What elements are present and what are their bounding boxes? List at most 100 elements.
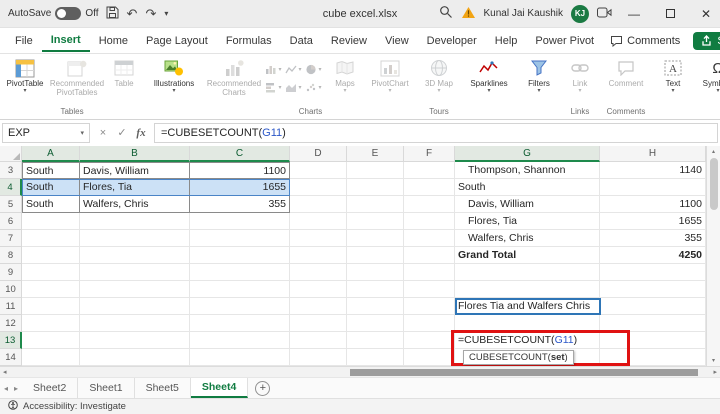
cell-B5[interactable]: Walfers, Chris (80, 196, 190, 213)
row-header-4[interactable]: 4 (0, 179, 22, 196)
line-chart-button[interactable]: ▾ (284, 61, 303, 78)
cell[interactable] (600, 264, 706, 281)
col-header-A[interactable]: A (22, 146, 80, 162)
col-header-B[interactable]: B (80, 146, 190, 162)
cell[interactable] (347, 230, 404, 247)
row-header-6[interactable]: 6 (0, 213, 22, 230)
cell[interactable] (22, 264, 80, 281)
vertical-scroll-thumb[interactable] (710, 158, 718, 210)
sheet-tab-sheet2[interactable]: Sheet2 (22, 378, 78, 398)
cell[interactable] (347, 315, 404, 332)
col-header-E[interactable]: E (347, 146, 404, 162)
link-button[interactable]: Link ▾ (563, 56, 597, 94)
maximize-button[interactable] (656, 0, 684, 28)
cell-C4[interactable]: 1655 (190, 179, 290, 196)
cell[interactable] (404, 315, 455, 332)
redo-icon[interactable]: ↷ (145, 7, 156, 20)
cell[interactable] (290, 213, 347, 230)
cell[interactable] (404, 264, 455, 281)
sheet-tab-sheet5[interactable]: Sheet5 (135, 378, 191, 398)
cell[interactable] (404, 281, 455, 298)
cell[interactable] (404, 349, 455, 366)
cell[interactable] (455, 315, 600, 332)
tab-page-layout[interactable]: Page Layout (137, 30, 217, 51)
cell[interactable] (404, 247, 455, 264)
cell[interactable] (190, 230, 290, 247)
row-header-7[interactable]: 7 (0, 230, 22, 247)
prev-sheet-icon[interactable]: ◂ (4, 384, 8, 393)
row-header-10[interactable]: 10 (0, 281, 22, 298)
cell[interactable] (190, 332, 290, 349)
bar-chart-button[interactable]: ▾ (264, 79, 283, 96)
area-chart-button[interactable]: ▾ (284, 79, 303, 96)
cell[interactable] (290, 264, 347, 281)
tab-file[interactable]: File (6, 30, 42, 51)
comment-button[interactable]: Comment (601, 56, 651, 88)
column-chart-button[interactable]: ▾ (264, 61, 283, 78)
sheet-tab-sheet4[interactable]: Sheet4 (191, 378, 248, 398)
tab-formulas[interactable]: Formulas (217, 30, 281, 51)
cell-G5[interactable]: Davis, William (455, 196, 600, 213)
col-header-C[interactable]: C (190, 146, 290, 162)
cell[interactable] (347, 179, 404, 196)
cell[interactable] (347, 196, 404, 213)
recommended-charts-button[interactable]: Recommended Charts (206, 56, 262, 97)
row-header-8[interactable]: 8 (0, 247, 22, 264)
row-header-9[interactable]: 9 (0, 264, 22, 281)
cell[interactable] (600, 179, 706, 196)
pivotchart-button[interactable]: PivotChart ▾ (365, 56, 415, 94)
cell[interactable] (404, 196, 455, 213)
warning-icon[interactable] (461, 6, 476, 22)
cell[interactable] (80, 230, 190, 247)
row-header-11[interactable]: 11 (0, 298, 22, 315)
cell[interactable] (80, 247, 190, 264)
horizontal-scroll-thumb[interactable] (350, 369, 698, 376)
cell[interactable] (347, 213, 404, 230)
cell[interactable] (22, 247, 80, 264)
cell-A5[interactable]: South (22, 196, 80, 213)
cell[interactable] (290, 179, 347, 196)
cell[interactable] (600, 349, 706, 366)
insert-function-icon[interactable]: fx (132, 123, 150, 143)
cell[interactable] (290, 332, 347, 349)
undo-icon[interactable]: ↶ (127, 7, 138, 20)
cell-G6[interactable]: Flores, Tia (455, 213, 600, 230)
cell[interactable] (190, 349, 290, 366)
camera-icon[interactable] (597, 7, 612, 21)
horizontal-scrollbar[interactable]: ◂ ▸ (0, 366, 720, 377)
cell-H5[interactable]: 1100 (600, 196, 706, 213)
cell[interactable] (290, 247, 347, 264)
cell[interactable] (600, 315, 706, 332)
cell-G11[interactable]: Flores Tia and Walfers Chris (455, 298, 600, 315)
cell[interactable] (404, 213, 455, 230)
cell[interactable] (80, 332, 190, 349)
share-button[interactable]: Share ▾ (693, 32, 720, 50)
cell-C5[interactable]: 355 (190, 196, 290, 213)
cell[interactable] (290, 162, 347, 179)
cell-H3[interactable]: 1140 (600, 162, 706, 179)
save-icon[interactable] (106, 6, 119, 22)
cell[interactable] (190, 247, 290, 264)
tab-insert[interactable]: Insert (42, 29, 90, 52)
cell[interactable] (290, 298, 347, 315)
cell-A3[interactable]: South (22, 162, 80, 179)
cell[interactable] (347, 162, 404, 179)
add-sheet-button[interactable]: + (255, 381, 270, 396)
cell[interactable] (347, 298, 404, 315)
tab-data[interactable]: Data (281, 30, 322, 51)
cell-G3[interactable]: Thompson, Shannon (455, 162, 600, 179)
cell[interactable] (80, 298, 190, 315)
cell-G8[interactable]: Grand Total (455, 247, 600, 264)
cell-G7[interactable]: Walfers, Chris (455, 230, 600, 247)
cell-H7[interactable]: 355 (600, 230, 706, 247)
formula-input[interactable]: =CUBESETCOUNT(G11) (154, 123, 718, 143)
cell[interactable] (22, 230, 80, 247)
select-all-corner[interactable] (0, 146, 22, 162)
name-box[interactable]: EXP ▾ (2, 123, 90, 143)
cell[interactable] (347, 349, 404, 366)
cell[interactable] (22, 315, 80, 332)
scatter-chart-button[interactable]: ▾ (304, 79, 323, 96)
cell[interactable] (290, 281, 347, 298)
cell[interactable] (80, 315, 190, 332)
cell[interactable] (190, 264, 290, 281)
